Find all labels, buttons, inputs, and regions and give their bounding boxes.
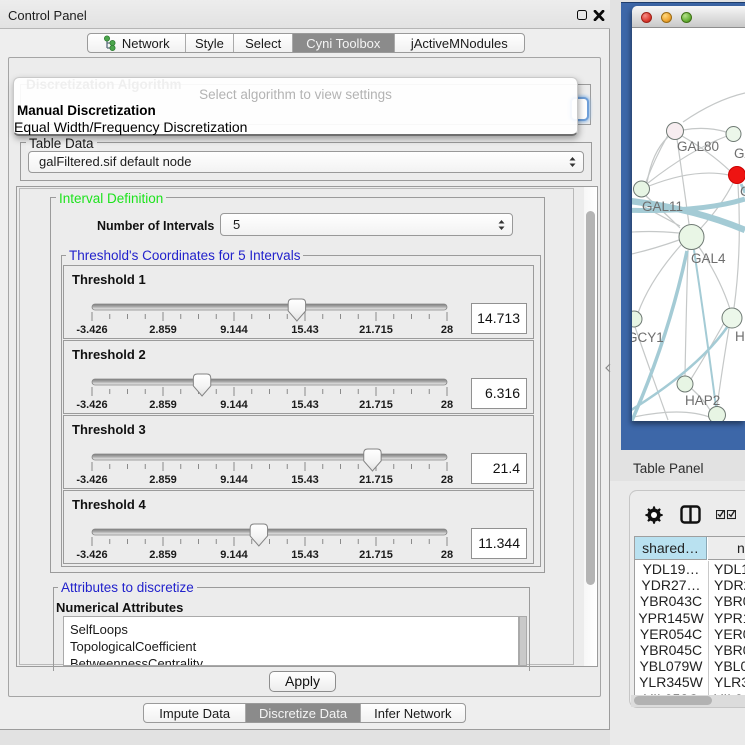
svg-text:15.43: 15.43 <box>291 549 319 561</box>
svg-text:9.144: 9.144 <box>220 549 248 561</box>
svg-text:-3.426: -3.426 <box>76 549 107 561</box>
svg-text:H: H <box>735 329 745 344</box>
svg-text:28: 28 <box>441 399 453 411</box>
svg-text:-3.426: -3.426 <box>76 324 107 336</box>
svg-text:2.859: 2.859 <box>149 474 177 486</box>
svg-text:GAL11: GAL11 <box>642 199 683 214</box>
svg-text:GA: GA <box>734 146 745 161</box>
svg-text:GAL4: GAL4 <box>691 251 726 266</box>
svg-text:GCY1: GCY1 <box>632 330 664 345</box>
svg-text:C: C <box>740 184 745 199</box>
svg-text:9.144: 9.144 <box>220 474 248 486</box>
svg-text:GAL80: GAL80 <box>677 139 719 154</box>
svg-text:21.715: 21.715 <box>359 549 393 561</box>
svg-text:2.859: 2.859 <box>149 324 177 336</box>
svg-text:9.144: 9.144 <box>220 324 248 336</box>
svg-text:HAP2: HAP2 <box>685 393 720 408</box>
svg-text:21.715: 21.715 <box>359 324 393 336</box>
svg-text:21.715: 21.715 <box>359 399 393 411</box>
svg-text:2.859: 2.859 <box>149 399 177 411</box>
svg-text:-3.426: -3.426 <box>76 474 107 486</box>
svg-text:2.859: 2.859 <box>149 549 177 561</box>
svg-text:15.43: 15.43 <box>291 324 319 336</box>
svg-text:15.43: 15.43 <box>291 474 319 486</box>
svg-text:28: 28 <box>441 549 453 561</box>
svg-text:28: 28 <box>441 324 453 336</box>
svg-text:9.144: 9.144 <box>220 399 248 411</box>
svg-text:15.43: 15.43 <box>291 399 319 411</box>
svg-text:28: 28 <box>441 474 453 486</box>
svg-text:21.715: 21.715 <box>359 474 393 486</box>
svg-text:-3.426: -3.426 <box>76 399 107 411</box>
